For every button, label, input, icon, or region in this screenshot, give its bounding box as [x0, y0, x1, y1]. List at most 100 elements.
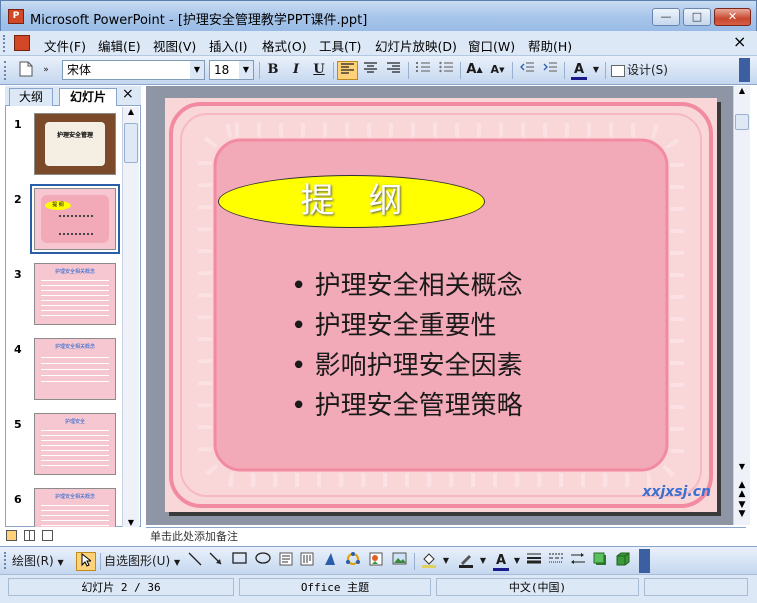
title-ellipse[interactable]: 提 纲: [218, 175, 485, 228]
decrease-font-size-icon[interactable]: A▼: [487, 61, 508, 80]
toolbar-overflow-icon[interactable]: [739, 58, 750, 82]
toolbar-separator: [460, 62, 461, 79]
chevron-down-icon[interactable]: ▼: [478, 552, 488, 571]
slide-sorter-icon[interactable]: [23, 530, 35, 541]
clipart-icon[interactable]: [367, 552, 385, 571]
toolbar-options-icon[interactable]: »: [40, 61, 52, 80]
tab-slides[interactable]: 幻灯片: [59, 88, 117, 106]
menu-window[interactable]: 窗口(W): [468, 36, 515, 55]
wordart-icon[interactable]: [321, 552, 339, 571]
view-buttons: [6, 530, 142, 544]
close-window-button[interactable]: ✕: [714, 8, 751, 26]
font-color-icon[interactable]: A: [568, 61, 590, 80]
new-document-icon[interactable]: [14, 61, 38, 80]
fill-color-icon[interactable]: [418, 552, 440, 571]
font-color-icon[interactable]: A: [491, 552, 511, 571]
vertical-textbox-icon[interactable]: [298, 552, 316, 571]
line-style-icon[interactable]: [525, 552, 543, 571]
slide-thumbnail-1[interactable]: 护理安全管理: [34, 113, 116, 175]
menu-slideshow[interactable]: 幻灯片放映(D): [375, 36, 457, 55]
menu-grip[interactable]: [3, 35, 6, 52]
menu-format[interactable]: 格式(O): [262, 36, 307, 55]
oval-tool-icon[interactable]: [253, 552, 273, 571]
align-center-icon[interactable]: [360, 61, 381, 80]
slide-thumbnail-4[interactable]: 护理安全相关概念: [34, 338, 116, 400]
previous-slide-icon[interactable]: ▲ ▲: [734, 481, 750, 499]
slide-thumbnail-3[interactable]: 护理安全相关概念: [34, 263, 116, 325]
align-left-icon[interactable]: [337, 61, 358, 80]
shadow-style-icon[interactable]: [591, 552, 609, 571]
bold-button[interactable]: B: [263, 61, 283, 80]
chevron-down-icon[interactable]: ▼: [239, 61, 253, 79]
increase-font-size-icon[interactable]: A▲: [464, 61, 485, 80]
font-size-combo[interactable]: 18 ▼: [209, 60, 254, 80]
autoshapes-button[interactable]: 自选图形(U) ▼: [104, 552, 184, 571]
chevron-down-icon[interactable]: ▼: [441, 552, 451, 571]
scroll-thumb[interactable]: [124, 123, 138, 163]
maximize-button[interactable]: □: [683, 8, 711, 26]
italic-button[interactable]: I: [286, 61, 306, 80]
bullet-list-icon[interactable]: [435, 61, 456, 80]
font-name-combo[interactable]: 宋体 ▼: [62, 60, 205, 80]
arrow-tool-icon[interactable]: [207, 552, 225, 571]
chevron-down-icon[interactable]: ▼: [512, 552, 522, 571]
numbered-list-icon[interactable]: [412, 61, 433, 80]
bullet-list[interactable]: • 护理安全相关概念 • 护理安全重要性 • 影响护理安全因素 • 护理安全管理…: [291, 266, 523, 426]
slide-thumbnails: 1 护理安全管理 2 提 纲 3 护理安全相关概念 4 护理安全相关概念 5 护…: [5, 107, 122, 527]
toolbar-separator: [512, 62, 513, 79]
menu-help[interactable]: 帮助(H): [528, 36, 572, 55]
menu-edit[interactable]: 编辑(E): [98, 36, 141, 55]
toolbar-grip[interactable]: [4, 552, 7, 569]
diagram-icon[interactable]: [344, 552, 362, 571]
design-label: 设计(S): [627, 63, 668, 77]
slide-thumbnail-2[interactable]: 提 纲: [30, 184, 120, 254]
toolbar-grip[interactable]: [4, 61, 7, 80]
minimize-button[interactable]: —: [652, 8, 680, 26]
scroll-thumb[interactable]: [735, 114, 749, 130]
arrow-style-icon[interactable]: [569, 552, 587, 571]
line-color-icon[interactable]: [455, 552, 477, 571]
scroll-up-icon[interactable]: ▲: [123, 107, 139, 121]
dash-style-icon[interactable]: [547, 552, 565, 571]
toolbar-overflow-icon[interactable]: [639, 549, 650, 573]
underline-button[interactable]: U: [309, 61, 329, 80]
align-right-icon[interactable]: [383, 61, 404, 80]
watermark: xxjxsj.cn: [642, 484, 711, 500]
menu-file[interactable]: 文件(F): [44, 36, 86, 55]
line-tool-icon[interactable]: [186, 552, 204, 571]
textbox-tool-icon[interactable]: [277, 552, 295, 571]
insert-picture-icon[interactable]: [390, 552, 408, 571]
close-pane-icon[interactable]: ×: [122, 86, 134, 102]
thumbnail-number: 1: [14, 118, 22, 131]
chevron-down-icon[interactable]: ▼: [591, 61, 601, 80]
editor-scrollbar[interactable]: ▲ ▼ ▲ ▲ ▼ ▼: [733, 86, 750, 525]
bullet-item: • 护理安全管理策略: [291, 391, 523, 421]
normal-view-icon[interactable]: [6, 530, 17, 541]
chevron-down-icon[interactable]: ▼: [190, 61, 204, 79]
next-slide-icon[interactable]: ▼ ▼: [734, 501, 750, 519]
draw-menu-button[interactable]: 绘图(R) ▼: [12, 552, 72, 571]
rectangle-tool-icon[interactable]: [230, 552, 248, 571]
notes-pane[interactable]: 单击此处添加备注: [146, 527, 746, 547]
design-button[interactable]: 设计(S): [609, 61, 671, 80]
increase-indent-icon[interactable]: [539, 61, 560, 80]
scroll-down-icon[interactable]: ▼: [734, 462, 750, 471]
autoshapes-label: 自选图形(U): [104, 554, 171, 568]
3d-style-icon[interactable]: [614, 552, 632, 571]
slide-canvas[interactable]: 提 纲 • 护理安全相关概念 • 护理安全重要性 • 影响护理安全因素 • 护理…: [165, 98, 717, 512]
menu-insert[interactable]: 插入(I): [209, 36, 247, 55]
document-icon[interactable]: [14, 35, 30, 51]
scroll-down-icon[interactable]: ▼: [123, 518, 139, 527]
decrease-indent-icon[interactable]: [516, 61, 537, 80]
menu-view[interactable]: 视图(V): [153, 36, 196, 55]
slide-thumbnail-6[interactable]: 护理安全相关概念: [34, 488, 116, 527]
close-document-button[interactable]: ×: [733, 32, 746, 51]
powerpoint-app-icon[interactable]: P: [8, 9, 24, 24]
slideshow-icon[interactable]: [41, 530, 53, 541]
slide-thumbnail-5[interactable]: 护理安全: [34, 413, 116, 475]
thumbnails-scrollbar[interactable]: ▲ ▼: [122, 107, 139, 527]
scroll-up-icon[interactable]: ▲: [734, 86, 750, 100]
menu-tools[interactable]: 工具(T): [319, 36, 361, 55]
select-pointer-icon[interactable]: [76, 552, 96, 571]
tab-outline[interactable]: 大纲: [9, 88, 53, 106]
